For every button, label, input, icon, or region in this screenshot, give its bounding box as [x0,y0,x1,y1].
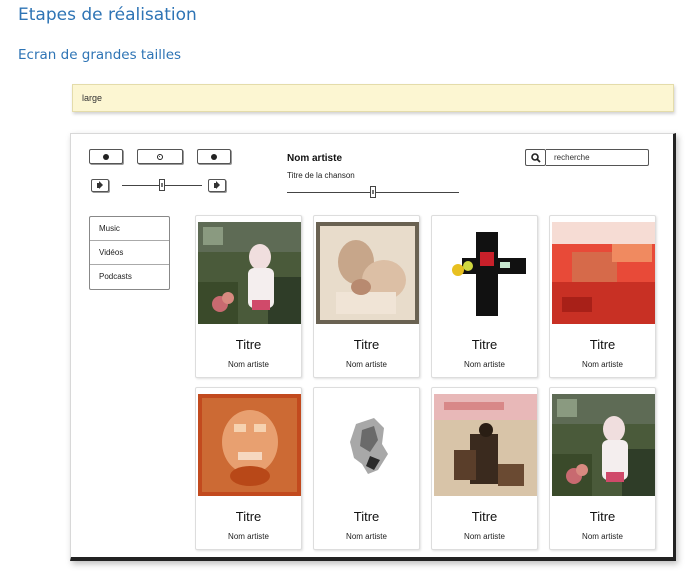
album-cover [198,222,301,324]
play-button[interactable] [137,149,183,164]
card-artist: Nom artiste [582,360,623,369]
previous-button[interactable] [89,149,123,164]
breakpoint-banner: large [72,84,674,112]
media-card[interactable]: Titre Nom artiste [195,387,302,550]
wireframe-mockup: Nom artiste Titre de la chanson recherch… [70,133,676,561]
album-cover [434,394,537,496]
search-input[interactable]: recherche [546,149,649,166]
card-artist: Nom artiste [464,532,505,541]
card-title: Titre [353,337,380,352]
album-cover [552,394,655,496]
document-title: Etapes de réalisation [18,5,197,25]
side-nav: Music Vidéos Podcasts [89,216,170,290]
album-cover [316,222,419,324]
next-icon [211,153,217,160]
media-card[interactable]: Titre Nom artiste [431,215,538,378]
album-cover [198,394,301,496]
nav-item-videos[interactable]: Vidéos [90,241,169,265]
media-card[interactable]: Titre Nom artiste [195,215,302,378]
card-title: Titre [353,509,380,524]
card-artist: Nom artiste [582,532,623,541]
card-title: Titre [235,509,262,524]
media-card[interactable]: Titre Nom artiste [313,215,420,378]
nav-item-music[interactable]: Music [90,217,169,241]
card-title: Titre [589,337,616,352]
speaker-loud-icon [214,181,220,189]
media-card[interactable]: Titre Nom artiste [313,387,420,550]
now-playing-title: Titre de la chanson [287,171,355,180]
album-cover [552,222,655,324]
previous-icon [103,153,109,160]
card-artist: Nom artiste [228,360,269,369]
play-icon [157,153,163,160]
card-artist: Nom artiste [346,360,387,369]
media-card[interactable]: Titre Nom artiste [431,387,538,550]
volume-down-button[interactable] [91,179,109,192]
card-artist: Nom artiste [346,532,387,541]
card-artist: Nom artiste [464,360,505,369]
speaker-icon [97,181,103,189]
card-title: Titre [235,337,262,352]
album-cover [434,222,537,324]
document-subtitle: Ecran de grandes tailles [18,47,182,63]
breakpoint-label: large [82,93,103,103]
nav-item-podcasts[interactable]: Podcasts [90,265,169,289]
card-title: Titre [471,337,498,352]
media-card[interactable]: Titre Nom artiste [549,387,656,550]
media-card[interactable]: Titre Nom artiste [549,215,656,378]
album-cover [316,394,419,496]
next-button[interactable] [197,149,231,164]
search-icon [531,153,541,163]
search-button[interactable] [525,149,546,166]
card-title: Titre [589,509,616,524]
now-playing-artist: Nom artiste [287,153,343,164]
volume-slider-thumb[interactable] [159,179,165,191]
volume-up-button[interactable] [208,179,226,192]
progress-slider-thumb[interactable] [370,186,376,198]
card-title: Titre [471,509,498,524]
card-artist: Nom artiste [228,532,269,541]
